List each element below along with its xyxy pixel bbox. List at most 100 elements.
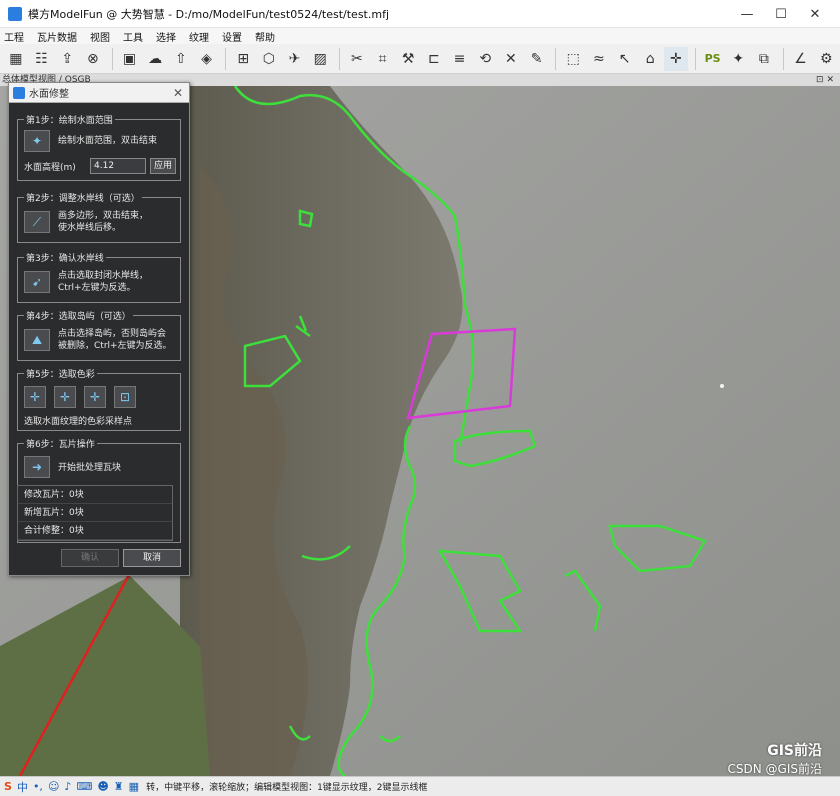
image-icon[interactable]: ▨ — [308, 47, 332, 71]
measure-icon[interactable]: ∠ — [789, 47, 813, 71]
cloud-upload-icon[interactable]: ⇧ — [169, 47, 193, 71]
modified-tiles-count: 修改瓦片：0块 — [18, 486, 172, 504]
main-toolbar: ▦ ☷ ⇪ ⊗ ▣ ☁ ⇧ ◈ ⊞ ⬡ ✈ ▨ ✂ ⌗ ⚒ ⊏ ≡ ⟲ ✕ ✎ … — [0, 44, 840, 74]
panel-header: 水面修整 ✕ — [9, 83, 189, 103]
paint-icon[interactable]: ✎ — [525, 47, 549, 71]
scissors-icon[interactable]: ✂ — [345, 47, 369, 71]
ime-mode-icon[interactable]: 中 — [17, 779, 28, 795]
height-input[interactable]: 4.12 — [90, 158, 146, 174]
crop-icon[interactable]: ⌗ — [371, 47, 395, 71]
panel-title: 水面修整 — [29, 89, 69, 100]
dock-controls[interactable]: ⊡ ✕ — [816, 74, 834, 86]
watermark-line1: GIS前沿 — [767, 743, 822, 759]
texture-icon[interactable]: ✦ — [726, 47, 750, 71]
step4-desc: 点击选择岛屿，否则岛屿会 被删除，Ctrl+左键为反选。 — [58, 329, 172, 351]
draw-water-button[interactable]: ✦ — [24, 130, 50, 152]
user-icon[interactable]: ☻ — [97, 780, 108, 793]
step3-label: 第3步：确认水岸线 — [24, 251, 106, 264]
watermark: GIS前沿 CSDN @GIS前沿 — [728, 740, 822, 777]
step1-label: 第1步：绘制水面范围 — [24, 113, 115, 126]
shirt-icon[interactable]: ♜ — [114, 780, 124, 793]
close-circle-icon[interactable]: ⊗ — [81, 47, 105, 71]
menu-select[interactable]: 选择 — [156, 29, 176, 44]
new-tiles-count: 新增瓦片：0块 — [18, 504, 172, 522]
water-highlight — [720, 384, 724, 388]
punctuation-icon[interactable]: •, — [33, 780, 43, 793]
export-icon[interactable]: ⇪ — [55, 47, 79, 71]
step2-desc: 画多边形，双击结束， 使水岸线后移。 — [58, 211, 149, 233]
color-sample-1-button[interactable]: ✛ — [24, 386, 46, 408]
keyboard-icon[interactable]: ⌨ — [76, 780, 92, 793]
water-repair-panel: 水面修整 ✕ 第1步：绘制水面范围 ✦ 绘制水面范围，双击结束 水面高程(m) … — [8, 82, 190, 576]
cancel-button[interactable]: 取消 — [123, 549, 181, 567]
toolbar-separator — [694, 47, 696, 70]
status-bar: S 中 •, ☺ ♪ ⌨ ☻ ♜ ▦ 转，中键平移，滚轮缩放；编辑模型视图：1键… — [0, 776, 840, 796]
menu-help[interactable]: 帮助 — [255, 29, 275, 44]
step4-group: 第4步：选取岛屿（可选） ⛰ 点击选择岛屿，否则岛屿会 被删除，Ctrl+左键为… — [17, 309, 181, 361]
apps-icon[interactable]: ▦ — [129, 780, 139, 793]
panel-logo-icon — [13, 86, 25, 99]
total-repaired-count: 合计修整：0块 — [18, 522, 172, 540]
height-label: 水面高程(m) — [24, 163, 76, 173]
panel-close-icon[interactable]: ✕ — [173, 86, 183, 100]
four-grid-icon[interactable]: ⊞ — [231, 47, 255, 71]
close-button[interactable]: ✕ — [798, 0, 832, 28]
color-sample-3-button[interactable]: ✛ — [84, 386, 106, 408]
step4-label: 第4步：选取岛屿（可选） — [24, 309, 133, 322]
step2-group: 第2步：调整水岸线（可选） ⟋ 画多边形，双击结束， 使水岸线后移。 — [17, 191, 181, 243]
confirm-button[interactable]: 确认 — [61, 549, 119, 567]
cut-plane-icon[interactable]: ✕ — [499, 47, 523, 71]
road-icon[interactable]: ≡ — [448, 47, 472, 71]
menu-view[interactable]: 视图 — [90, 29, 110, 44]
menu-texture[interactable]: 纹理 — [189, 29, 209, 44]
color-sample-view-button[interactable]: ⊡ — [114, 386, 136, 408]
gear-icon[interactable]: ⚙ — [814, 47, 838, 71]
adjust-shoreline-button[interactable]: ⟋ — [24, 211, 50, 233]
grid-icon[interactable]: ▦ — [4, 47, 28, 71]
cloud-icon[interactable]: ☁ — [143, 47, 167, 71]
rotate-icon[interactable]: ⟲ — [473, 47, 497, 71]
step3-desc: 点击选取封闭水岸线， Ctrl+左键为反选。 — [58, 271, 149, 293]
microphone-icon[interactable]: ♪ — [64, 780, 71, 793]
copy-icon[interactable]: ⧉ — [752, 47, 776, 71]
emoji-icon[interactable]: ☺ — [48, 780, 59, 793]
move-icon[interactable]: ✛ — [664, 46, 688, 71]
water-icon[interactable]: ≈ — [587, 47, 611, 71]
plane-icon[interactable]: ✈ — [283, 47, 307, 71]
cube-icon[interactable]: ⬡ — [257, 47, 281, 71]
bucket-icon[interactable]: ⌂ — [638, 47, 662, 71]
toolbar-separator — [111, 47, 113, 70]
step5-desc: 选取水面纹理的色彩采样点 — [24, 417, 133, 427]
ps-icon[interactable]: PS — [701, 47, 725, 71]
menu-settings[interactable]: 设置 — [222, 29, 242, 44]
menu-tile-data[interactable]: 瓦片数据 — [37, 29, 77, 44]
color-sample-2-button[interactable]: ✛ — [54, 386, 76, 408]
step6-label: 第6步：瓦片操作 — [24, 437, 97, 450]
bridge-icon[interactable]: ⊏ — [422, 47, 446, 71]
step5-label: 第5步：选取色彩 — [24, 367, 97, 380]
menu-tools[interactable]: 工具 — [123, 29, 143, 44]
window-title: 模方ModelFun @ 大势智慧 - D:/mo/ModelFun/test0… — [28, 7, 390, 21]
minimize-button[interactable]: — — [730, 0, 764, 28]
select-rect-icon[interactable]: ⬚ — [561, 47, 585, 71]
title-bar: 模方ModelFun @ 大势智慧 - D:/mo/ModelFun/test0… — [0, 0, 840, 28]
step5-group: 第5步：选取色彩 ✛ ✛ ✛ ⊡ 选取水面纹理的色彩采样点 — [17, 367, 181, 431]
cursor-icon[interactable]: ↖ — [613, 47, 637, 71]
step2-label: 第2步：调整水岸线（可选） — [24, 191, 142, 204]
batch-process-button[interactable]: ➜ — [24, 456, 50, 478]
stop-icon[interactable]: ▣ — [118, 47, 142, 71]
menu-project[interactable]: 工程 — [4, 29, 24, 44]
confirm-shoreline-button[interactable]: ➹ — [24, 271, 50, 293]
step3-group: 第3步：确认水岸线 ➹ 点击选取封闭水岸线， Ctrl+左键为反选。 — [17, 251, 181, 303]
toolbar-separator — [339, 47, 341, 70]
dataset-icon[interactable]: ☷ — [30, 47, 54, 71]
toolbar-separator — [782, 47, 784, 70]
flatten-icon[interactable]: ⚒ — [396, 47, 420, 71]
select-island-button[interactable]: ⛰ — [24, 329, 50, 351]
apply-button[interactable]: 应用 — [150, 158, 176, 174]
maximize-button[interactable]: ☐ — [764, 0, 798, 28]
ime-logo-icon[interactable]: S — [4, 780, 12, 793]
app-logo-icon — [8, 6, 22, 21]
status-text: 转，中键平移，滚轮缩放；编辑模型视图：1键显示纹理，2键显示线框 — [146, 783, 428, 793]
layers-icon[interactable]: ◈ — [195, 47, 219, 71]
